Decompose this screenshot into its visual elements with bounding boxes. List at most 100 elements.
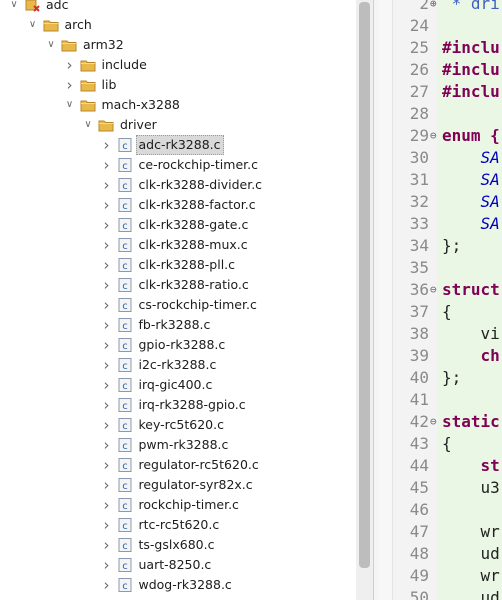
line-number: 42 <box>409 412 429 431</box>
code-line[interactable]: { <box>442 433 452 455</box>
chevron-right-icon[interactable]: › <box>101 395 113 415</box>
tree-item[interactable]: › c uart-8250.c <box>0 555 356 575</box>
tree-item[interactable]: › c irq-gic400.c <box>0 375 356 395</box>
tree-vertical-scrollbar[interactable] <box>356 0 373 600</box>
code-line[interactable]: u3 <box>442 477 500 499</box>
chevron-right-icon[interactable]: › <box>101 215 113 235</box>
chevron-right-icon[interactable]: › <box>101 535 113 555</box>
tree-item[interactable]: › c irq-rk3288-gpio.c <box>0 395 356 415</box>
code-line[interactable]: struct <box>442 279 500 301</box>
tree-item[interactable]: › c ts-gslx680.c <box>0 535 356 555</box>
chevron-right-icon[interactable]: › <box>101 435 113 455</box>
chevron-down-icon[interactable]: ∨ <box>82 115 94 135</box>
code-line[interactable]: wr <box>442 521 500 543</box>
project-icon <box>24 0 40 12</box>
line-number: 45 <box>409 478 429 497</box>
chevron-right-icon[interactable]: › <box>101 415 113 435</box>
code-line[interactable]: * dri <box>442 0 500 15</box>
tree-item[interactable]: ∨ arch <box>0 15 356 35</box>
tree-item[interactable]: › c regulator-syr82x.c <box>0 475 356 495</box>
code-line[interactable]: enum { <box>442 125 500 147</box>
tree-scrollbar-thumb[interactable] <box>359 2 370 568</box>
code-line[interactable]: }; <box>442 235 461 257</box>
chevron-right-icon[interactable]: › <box>101 295 113 315</box>
code-line[interactable]: static <box>442 411 500 433</box>
tree-item[interactable]: › c pwm-rk3288.c <box>0 435 356 455</box>
chevron-down-icon[interactable]: ∨ <box>64 95 76 115</box>
fold-collapse-icon[interactable]: ⊖ <box>430 411 438 433</box>
fold-expand-icon[interactable]: ⊕ <box>430 0 438 15</box>
tree-item[interactable]: › c gpio-rk3288.c <box>0 335 356 355</box>
code-line[interactable]: { <box>442 301 452 323</box>
tree-item-label: key-rc5t620.c <box>138 417 224 432</box>
tree-item[interactable]: ∨ driver <box>0 115 356 135</box>
tree-item[interactable]: › c clk-rk3288-mux.c <box>0 235 356 255</box>
chevron-right-icon[interactable]: › <box>101 455 113 475</box>
chevron-right-icon[interactable]: › <box>101 195 113 215</box>
tree-item[interactable]: › c clk-rk3288-pll.c <box>0 255 356 275</box>
tree-item-label: fb-rk3288.c <box>138 317 211 332</box>
tree-item[interactable]: › c cs-rockchip-timer.c <box>0 295 356 315</box>
chevron-right-icon[interactable]: › <box>101 475 113 495</box>
chevron-right-icon[interactable]: › <box>101 275 113 295</box>
chevron-right-icon[interactable]: › <box>101 315 113 335</box>
chevron-right-icon[interactable]: › <box>101 175 113 195</box>
tree-item[interactable]: › c regulator-rc5t620.c <box>0 455 356 475</box>
chevron-right-icon[interactable]: › <box>101 575 113 595</box>
tree-item[interactable]: › c clk-rk3288-divider.c <box>0 175 356 195</box>
tree-item[interactable]: › c clk-rk3288-ratio.c <box>0 275 356 295</box>
tree-item[interactable]: › c adc-rk3288.c <box>0 135 356 155</box>
tree-item[interactable]: › c key-rc5t620.c <box>0 415 356 435</box>
code-line[interactable]: ch <box>442 345 500 367</box>
svg-text:c: c <box>122 441 128 452</box>
tree-item[interactable]: › lib <box>0 75 356 95</box>
chevron-right-icon[interactable]: › <box>101 355 113 375</box>
tree-item[interactable]: ∨ mach-x3288 <box>0 95 356 115</box>
chevron-right-icon[interactable]: › <box>64 55 76 75</box>
code-line[interactable]: #inclu <box>442 59 500 81</box>
code-line[interactable]: #inclu <box>442 37 500 59</box>
tree-item[interactable]: › include <box>0 55 356 75</box>
code-line[interactable]: SA <box>442 147 500 169</box>
chevron-right-icon[interactable]: › <box>101 235 113 255</box>
chevron-right-icon[interactable]: › <box>101 155 113 175</box>
tree-item[interactable]: ∨ adc <box>0 0 356 15</box>
chevron-right-icon[interactable]: › <box>101 495 113 515</box>
code-line[interactable]: st <box>442 455 500 477</box>
tree-item[interactable]: › c rockchip-timer.c <box>0 495 356 515</box>
chevron-down-icon[interactable]: ∨ <box>45 35 57 55</box>
chevron-right-icon[interactable]: › <box>101 375 113 395</box>
tree-item[interactable]: › c fb-rk3288.c <box>0 315 356 335</box>
tree-item[interactable]: › c rtc-rc5t620.c <box>0 515 356 535</box>
c-source-file-icon: c <box>117 438 133 452</box>
tree-item[interactable]: › c clk-rk3288-gate.c <box>0 215 356 235</box>
tree-item[interactable]: › c wdog-rk3288.c <box>0 575 356 595</box>
code-line[interactable]: SA <box>442 169 500 191</box>
chevron-down-icon[interactable]: ∨ <box>8 0 20 15</box>
tree-item[interactable]: › c clk-rk3288-factor.c <box>0 195 356 215</box>
fold-collapse-icon[interactable]: ⊖ <box>430 279 438 301</box>
chevron-right-icon[interactable]: › <box>64 75 76 95</box>
tree-item-label: clk-rk3288-gate.c <box>138 217 249 232</box>
code-line[interactable]: }; <box>442 367 461 389</box>
chevron-right-icon[interactable]: › <box>101 255 113 275</box>
code-editor[interactable]: 2 ⊕ * dri 24 25 #inclu 26 #inclu 27 #inclu 28 29 ⊖ e… <box>378 0 502 600</box>
code-line[interactable]: ud <box>442 587 500 600</box>
chevron-right-icon[interactable]: › <box>101 335 113 355</box>
code-line[interactable]: wr <box>442 565 500 587</box>
chevron-right-icon[interactable]: › <box>101 135 113 155</box>
fold-collapse-icon[interactable]: ⊖ <box>430 125 438 147</box>
c-source-file-icon: c <box>117 498 133 512</box>
tree-item[interactable]: › c i2c-rk3288.c <box>0 355 356 375</box>
chevron-down-icon[interactable]: ∨ <box>27 15 39 35</box>
chevron-right-icon[interactable]: › <box>101 515 113 535</box>
code-line[interactable]: #inclu <box>442 81 500 103</box>
code-line[interactable]: ud <box>442 543 500 565</box>
code-line[interactable]: SA <box>442 213 500 235</box>
code-line[interactable]: SA <box>442 191 500 213</box>
chevron-right-icon[interactable]: › <box>101 555 113 575</box>
tree-item[interactable]: ∨ arm32 <box>0 35 356 55</box>
code-line[interactable]: vi <box>442 323 500 345</box>
tree-item[interactable]: › c ce-rockchip-timer.c <box>0 155 356 175</box>
svg-text:c: c <box>122 481 128 492</box>
